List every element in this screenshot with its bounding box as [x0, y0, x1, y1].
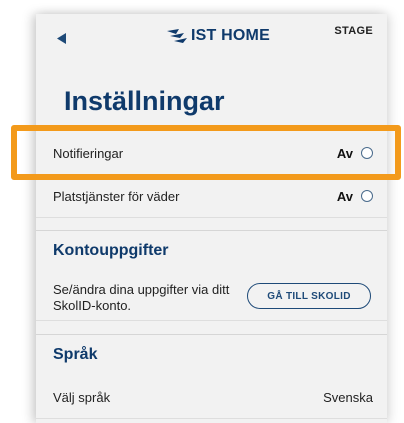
section-header-account: Kontouppgifter: [36, 230, 387, 273]
app-screen: IST HOME STAGE Inställningar Notifiering…: [36, 14, 387, 423]
back-button[interactable]: [52, 28, 70, 48]
settings-row-location[interactable]: Platstjänster för väder Av: [36, 175, 387, 218]
account-row: Se/ändra dina uppgifter via ditt SkolID-…: [36, 272, 387, 321]
language-row[interactable]: Välj språk Svenska: [36, 376, 387, 419]
settings-row-value: Av: [336, 188, 353, 204]
app-logo: IST HOME: [166, 24, 270, 48]
settings-row-label: Notifieringar: [53, 145, 124, 161]
top-bar: IST HOME STAGE: [36, 14, 387, 62]
language-label: Välj språk: [53, 389, 111, 405]
section-title: Kontouppgifter: [53, 242, 169, 259]
language-value[interactable]: Svenska: [323, 390, 373, 405]
page-title: Inställningar: [64, 86, 225, 116]
settings-row-label: Platstjänster för väder: [53, 188, 180, 204]
account-description: Se/ändra dina uppgifter via ditt SkolID-…: [53, 282, 230, 313]
screenshot-canvas: IST HOME STAGE Inställningar Notifiering…: [0, 0, 404, 423]
ist-wings-icon: [167, 29, 187, 43]
location-radio[interactable]: [361, 190, 373, 202]
settings-row-value: Av: [336, 145, 353, 161]
logo-text: IST HOME: [191, 27, 270, 44]
back-arrow-icon: [56, 32, 66, 44]
go-to-skolid-button[interactable]: GÅ TILL SKOLID: [247, 283, 371, 309]
section-header-language: Språk: [36, 334, 387, 377]
section-title: Språk: [53, 346, 98, 363]
settings-row-notifications[interactable]: Notifieringar Av: [36, 132, 387, 175]
notifications-radio[interactable]: [361, 147, 373, 159]
environment-label: STAGE: [334, 25, 373, 37]
